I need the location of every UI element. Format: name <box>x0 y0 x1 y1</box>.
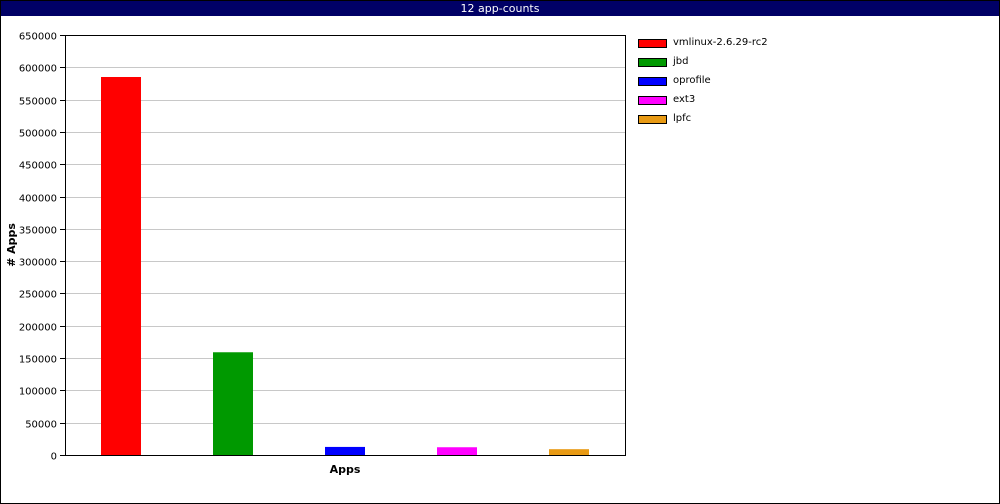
y-tick-label: 100000 <box>19 387 57 398</box>
y-tick-label: 200000 <box>19 323 57 334</box>
y-tick-label: 350000 <box>19 226 57 237</box>
y-axis-label: # Apps <box>5 223 18 267</box>
bar-chart: 0 50000 100000 150000 200000 250000 300000 3500… <box>5 32 626 476</box>
legend-label: jbd <box>673 56 689 67</box>
y-tick-label: 150000 <box>19 355 57 366</box>
y-tick-label: 400000 <box>19 194 57 205</box>
legend-label: oprofile <box>673 75 711 86</box>
y-tick-label: 650000 <box>19 32 57 43</box>
y-tick-label: 450000 <box>19 161 57 172</box>
y-tick-label: 0 <box>51 452 57 463</box>
legend-label: ext3 <box>673 94 696 105</box>
bar-4 <box>437 447 477 455</box>
legend-swatch <box>638 96 667 105</box>
legend-label: lpfc <box>673 113 692 124</box>
legend-swatch <box>638 39 667 48</box>
y-tick-label: 550000 <box>19 97 57 108</box>
bar-2 <box>213 352 253 455</box>
y-tick-label: 50000 <box>25 420 57 431</box>
bar-3 <box>325 446 365 455</box>
legend-swatch <box>638 115 667 124</box>
legend-swatch <box>638 77 667 86</box>
y-tick-label: 250000 <box>19 290 57 301</box>
legend-label: vmlinux-2.6.29-rc2 <box>673 37 768 48</box>
x-axis-label: Apps <box>330 463 361 476</box>
legend-swatch <box>638 58 667 67</box>
bar-5 <box>549 449 589 455</box>
bar-1 <box>101 77 141 455</box>
y-tick-label: 300000 <box>19 258 57 269</box>
y-tick-label: 600000 <box>19 64 57 75</box>
plot-area <box>65 35 625 455</box>
y-tick-label: 500000 <box>19 129 57 140</box>
